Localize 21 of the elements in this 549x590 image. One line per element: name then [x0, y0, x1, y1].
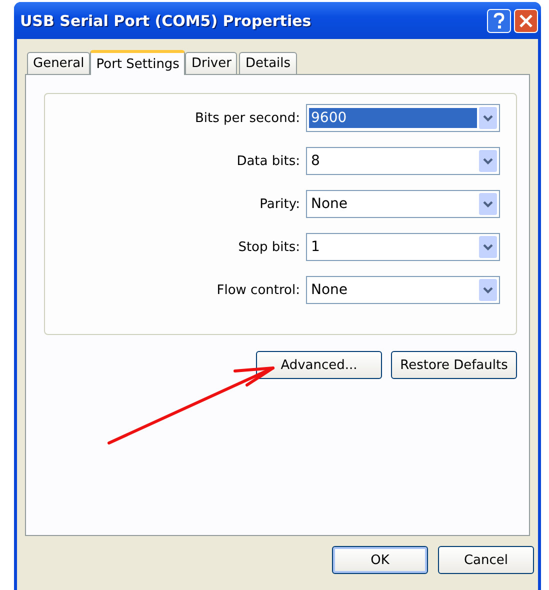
dialog-button[interactable]: OK	[332, 546, 428, 574]
setting-label: Flow control:	[216, 282, 300, 298]
dropdown-field[interactable]: 8	[306, 147, 500, 175]
dropdown-field[interactable]: None	[306, 276, 500, 304]
setting-label: Stop bits:	[238, 240, 300, 254]
close-icon[interactable]	[514, 8, 538, 32]
panel-button[interactable]: Advanced...	[256, 351, 382, 379]
tab[interactable]: General	[27, 52, 90, 74]
tab[interactable]: Driver	[185, 52, 238, 74]
tab[interactable]: Port Settings	[90, 50, 186, 75]
help-icon[interactable]	[487, 8, 511, 32]
setting-label: Bits per second:	[194, 110, 300, 126]
window-title: USB Serial Port (COM5) Properties	[20, 12, 312, 30]
dropdown-field[interactable]: None	[306, 190, 500, 218]
setting-label: Data bits:	[236, 154, 300, 168]
setting-label: Parity:	[260, 196, 300, 212]
tab[interactable]: Details	[239, 52, 297, 74]
dropdown-field[interactable]: 9600	[306, 104, 500, 132]
dropdown-field[interactable]: 1	[306, 233, 500, 261]
panel-button[interactable]: Restore Defaults	[391, 351, 517, 379]
dialog-button[interactable]: Cancel	[438, 546, 534, 574]
